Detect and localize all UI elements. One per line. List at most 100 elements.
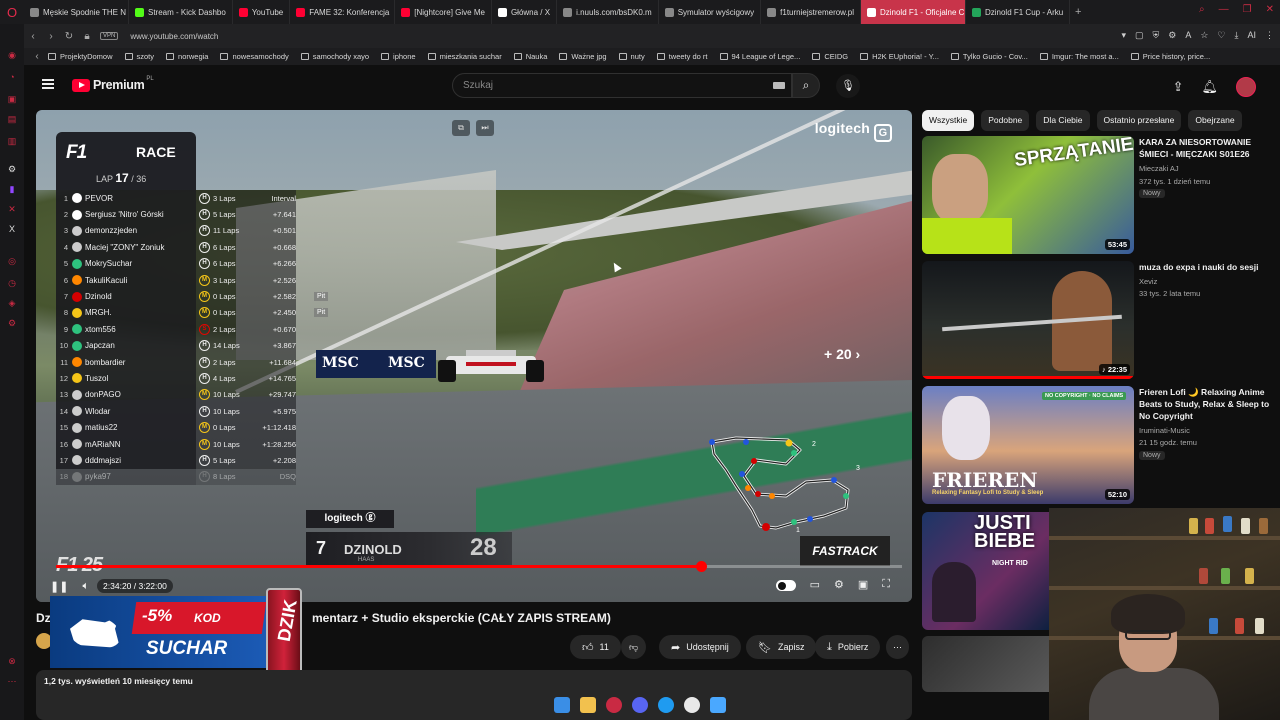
twitch-icon[interactable]: ▮ <box>7 184 17 194</box>
keyboard-icon[interactable] <box>773 82 785 89</box>
bookmark-star-icon[interactable]: ☆ <box>1200 30 1208 41</box>
video-description-box[interactable]: 1,2 tys. wyświetleń 10 miesięcy temu <box>36 670 912 720</box>
video-thumbnail[interactable]: ♪ 22:35 <box>922 261 1134 379</box>
discord-icon[interactable] <box>632 697 648 713</box>
url-field[interactable]: www.youtube.com/watch <box>130 32 218 41</box>
sidebar-app-icon[interactable]: ▥ <box>7 136 17 146</box>
filter-chip[interactable]: Obejrzane <box>1188 110 1242 131</box>
browser-tab[interactable]: YouTube <box>233 0 291 24</box>
sidebar-app-icon[interactable]: ◷ <box>7 278 17 288</box>
downloads-icon[interactable]: ⤓ <box>1235 30 1239 41</box>
rec-title[interactable]: muza do expa i nauki do sesji <box>1139 261 1271 273</box>
bookmark-item[interactable]: CEIDG <box>806 52 854 61</box>
settings-icon[interactable]: ⚙ <box>7 164 17 174</box>
sidebar-app-icon[interactable]: ◔ <box>7 72 17 82</box>
video-thumbnail[interactable] <box>922 636 1049 692</box>
x-icon[interactable]: X <box>7 224 17 234</box>
recommendation-item[interactable]: NO COPYRIGHT · NO CLAIMS FRIEREN Relaxin… <box>922 386 1280 506</box>
account-avatar[interactable] <box>1236 77 1256 97</box>
rec-channel[interactable]: Mieczaki AJ <box>1139 164 1179 173</box>
rec-channel[interactable]: Xeviz <box>1139 277 1157 286</box>
bookmark-item[interactable]: mieszkania suchar <box>422 52 508 61</box>
browser-tab[interactable]: Męskie Spodnie THE N <box>24 0 129 24</box>
reload-icon[interactable]: ↻ <box>60 31 78 42</box>
browser-tab[interactable]: Główna / X <box>492 0 558 24</box>
browser-tab[interactable]: Symulator wyścigowy <box>659 0 762 24</box>
browser-tab[interactable]: FAME 32: Konferencja <box>290 0 396 24</box>
bookmark-item[interactable]: nuty <box>613 52 651 61</box>
miniplayer-icon[interactable]: ⧉ <box>452 120 470 136</box>
browser-tab[interactable]: Dzinold F1 - Oficjalne C <box>860 0 966 24</box>
bookmark-item[interactable]: norwegia <box>160 52 214 61</box>
bookmark-item[interactable]: Price history, price... <box>1125 52 1216 61</box>
progress-bar[interactable] <box>56 561 902 572</box>
browser-tab[interactable]: Stream - Kick Dashbo <box>129 0 233 24</box>
browser-tab[interactable]: f1turniejstremerow.pl <box>761 0 861 24</box>
autoplay-toggle[interactable] <box>775 580 796 591</box>
skip-icon[interactable]: ⏭ <box>476 120 494 136</box>
recommendation-item[interactable]: ♪ 22:35 muza do expa i nauki do sesji Xe… <box>922 261 1280 381</box>
dislike-button[interactable]: 👎︎ <box>621 635 647 659</box>
close-window-icon[interactable]: ✕ <box>1266 4 1274 15</box>
bookmarks-back-icon[interactable]: ‹ <box>32 51 42 62</box>
extension-icon[interactable]: ▾ <box>1121 30 1126 41</box>
camera-icon[interactable]: ▢ <box>1135 30 1144 41</box>
video-player[interactable]: MSC MSC ⧉ ⏭ logitech G F1 RACE LAP 17 / 3… <box>36 110 912 602</box>
file-explorer-icon[interactable] <box>580 697 596 713</box>
video-thumbnail[interactable]: NO COPYRIGHT · NO CLAIMS FRIEREN Relaxin… <box>922 386 1134 504</box>
skip-forward-button[interactable]: + 20 › <box>824 346 860 362</box>
shield-icon[interactable]: ⛨ <box>1152 30 1159 41</box>
minimize-icon[interactable]: — <box>1219 4 1229 15</box>
sidebar-app-icon[interactable]: ▣ <box>7 94 17 104</box>
menu-hamburger-icon[interactable] <box>42 79 54 89</box>
bookmark-item[interactable]: ProjektyDomow <box>42 52 119 61</box>
sidebar-app-icon[interactable]: ▤ <box>7 114 17 124</box>
search-tabs-icon[interactable]: ⌕ <box>1199 4 1205 15</box>
save-button[interactable]: 🔖︎ Zapisz <box>746 635 817 659</box>
bookmark-item[interactable]: Nauka <box>508 52 554 61</box>
share-button[interactable]: ➦ Udostępnij <box>659 635 741 659</box>
sponsor-ad-overlay[interactable]: -5% KOD SUCHAR DZIK <box>50 588 322 674</box>
rec-title[interactable]: KARA ZA NIESORTOWANIE ŚMIECI - MIĘCZAKI … <box>1139 136 1271 160</box>
browser-tab[interactable]: [Nightcore] Give Me <box>395 0 492 24</box>
like-button[interactable]: 👍︎ 11 <box>570 635 621 659</box>
home-icon[interactable]: ◉ <box>7 50 17 60</box>
sidebar-app-icon[interactable]: ⊗ <box>7 656 17 666</box>
bookmark-item[interactable]: samochody xayo <box>295 52 375 61</box>
new-tab-button[interactable]: + <box>1070 6 1086 18</box>
filter-chip[interactable]: Wszystkie <box>922 110 975 131</box>
menu-icon[interactable]: ⋮ <box>1265 30 1274 41</box>
bookmark-item[interactable]: szoty <box>119 52 161 61</box>
bookmark-item[interactable]: 94 League of Lege... <box>714 52 807 61</box>
bookmark-item[interactable]: Ważne jpg <box>553 52 612 61</box>
download-button[interactable]: ⤓ Pobierz <box>815 635 881 659</box>
video-thumbnail[interactable]: JUSTI BIEBE NIGHT RID <box>922 512 1049 630</box>
sidebar-app-icon[interactable]: ◎ <box>7 256 17 266</box>
voice-search-icon[interactable]: 🎙︎ <box>836 74 860 98</box>
notepad-icon[interactable] <box>710 697 726 713</box>
recommendation-item[interactable]: SPRZĄTANIE 53:45 KARA ZA NIESORTOWANIE Ś… <box>922 136 1280 256</box>
browser-tab[interactable]: Dzinold F1 Cup - Arku <box>966 0 1071 24</box>
sidebar-app-icon[interactable]: ✕ <box>7 204 17 214</box>
browser-tab[interactable]: i.nuuls.com/bsDK0.m <box>557 0 659 24</box>
back-icon[interactable]: ‹ <box>24 31 42 42</box>
volume-icon[interactable]: 🔈︎ <box>82 580 89 593</box>
subtitles-icon[interactable]: ▭ <box>810 578 820 591</box>
bookmark-item[interactable]: nowesamochody <box>214 52 294 61</box>
notifications-bell-icon[interactable]: 🔔︎ <box>1201 79 1218 95</box>
rec-channel[interactable]: Iruminati-Music <box>1139 426 1190 435</box>
filter-chip[interactable]: Ostatnio przesłane <box>1096 110 1182 131</box>
youtube-logo[interactable]: Premium PL <box>72 76 154 92</box>
search-button[interactable]: ⌕ <box>792 73 820 98</box>
video-thumbnail[interactable]: SPRZĄTANIE 53:45 <box>922 136 1134 254</box>
pause-icon[interactable]: ❚❚ <box>50 580 68 593</box>
bookmark-item[interactable]: Imgur: The most a... <box>1034 52 1125 61</box>
sidebar-app-icon[interactable]: ◈ <box>7 298 17 308</box>
search-input[interactable]: Szukaj <box>452 73 792 98</box>
opera-icon[interactable] <box>606 697 622 713</box>
theater-mode-icon[interactable]: ▣ <box>858 578 868 591</box>
progress-scrubber[interactable] <box>695 561 707 572</box>
filter-chip[interactable]: Dla Ciebie <box>1036 110 1090 131</box>
heart-icon[interactable]: ♡ <box>1217 30 1225 41</box>
upload-icon[interactable]: ⇪ <box>1173 79 1184 95</box>
